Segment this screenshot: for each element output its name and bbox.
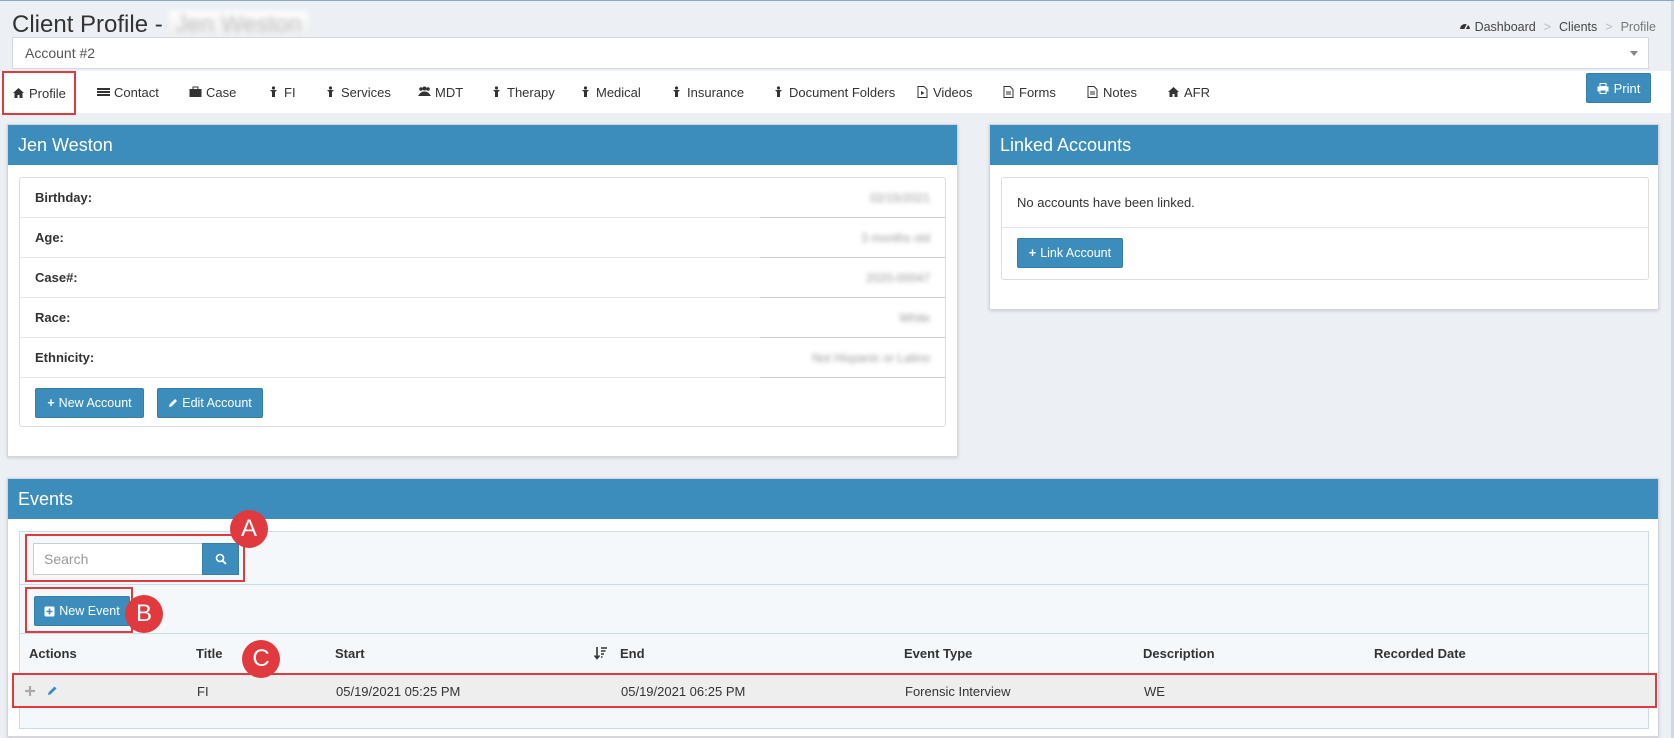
tab-mdt[interactable]: MDT (416, 71, 463, 113)
row-description: WE (1144, 684, 1165, 699)
print-icon (1597, 82, 1609, 94)
breadcrumb-separator: > (1605, 19, 1613, 34)
tab-afr[interactable]: AFR (1165, 71, 1210, 113)
events-body: Search New Event Actions Title Start End… (12, 531, 1657, 729)
plus-icon: + (47, 396, 55, 410)
file-video-icon (917, 86, 928, 98)
row-start: 05/19/2021 05:25 PM (336, 684, 461, 699)
profile-row-race: Race: White (20, 298, 945, 338)
new-account-button[interactable]: + New Account (35, 388, 144, 418)
linked-accounts-panel: Linked Accounts No accounts have been li… (989, 124, 1659, 310)
ethnicity-value-redacted: Not Hispanic or Latino (811, 350, 930, 365)
annotation-marker-a: A (230, 510, 268, 548)
profile-row-age: Age: 3 months old (20, 218, 945, 258)
tab-fi[interactable]: FI (265, 71, 296, 113)
column-description[interactable]: Description (1143, 646, 1215, 661)
breadcrumb-separator: > (1543, 19, 1552, 34)
linked-accounts-body: No accounts have been linked. + Link Acc… (1001, 177, 1649, 280)
profile-row-case: Case#: 2020-00047 (20, 258, 945, 298)
person-icon (673, 86, 680, 97)
divider (20, 584, 1648, 585)
person-icon (493, 86, 500, 97)
tab-services[interactable]: Services (322, 71, 391, 113)
linked-accounts-header: Linked Accounts (990, 125, 1658, 165)
briefcase-icon (189, 86, 202, 97)
page-title-text: Client Profile - (12, 11, 163, 38)
column-title[interactable]: Title (196, 646, 223, 661)
column-recorded-date[interactable]: Recorded Date (1374, 646, 1466, 661)
chevron-down-icon (1630, 51, 1638, 56)
account-select[interactable]: Account #2 (12, 37, 1649, 69)
search-button[interactable] (202, 543, 239, 575)
tab-profile[interactable]: Profile (2, 71, 76, 115)
profile-panel-header: Jen Weston (8, 125, 957, 165)
app-frame: Client Profile - Jen Weston Dashboard > … (0, 0, 1674, 738)
profile-panel: Jen Weston Birthday: 02/15/2021 Age: 3 m… (7, 124, 958, 457)
tabs-bar: Profile Contact Case FI Services MDT The… (0, 71, 1674, 115)
print-button[interactable]: Print (1586, 73, 1651, 103)
tab-therapy[interactable]: Therapy (488, 71, 555, 113)
client-name-redacted: Jen Weston (169, 11, 308, 38)
age-value-redacted: 3 months old (861, 230, 930, 245)
table-row[interactable]: FI 05/19/2021 05:25 PM 05/19/2021 06:25 … (12, 673, 1657, 708)
breadcrumb-dashboard[interactable]: Dashboard (1459, 19, 1536, 34)
tab-case[interactable]: Case (187, 71, 236, 113)
tab-forms[interactable]: Forms (1000, 71, 1056, 113)
breadcrumb-profile: Profile (1620, 19, 1656, 34)
new-event-button[interactable]: New Event (34, 596, 130, 626)
expand-plus-icon[interactable] (24, 685, 36, 697)
edit-account-button[interactable]: Edit Account (157, 388, 263, 418)
tab-contact[interactable]: Contact (95, 71, 159, 113)
person-icon (270, 86, 277, 97)
profile-info-table: Birthday: 02/15/2021 Age: 3 months old C… (19, 177, 946, 427)
list-icon (97, 88, 110, 96)
tab-medical[interactable]: Medical (577, 71, 641, 113)
tab-notes[interactable]: Notes (1084, 71, 1137, 113)
annotation-marker-b: B (125, 595, 163, 633)
page-title: Client Profile - Jen Weston (12, 11, 308, 39)
profile-row-birthday: Birthday: 02/15/2021 (20, 178, 945, 218)
search-placeholder: Search (44, 551, 89, 567)
search-highlight: Search (25, 534, 245, 582)
column-end[interactable]: End (620, 646, 645, 661)
plus-icon: + (1028, 246, 1037, 260)
pencil-icon[interactable] (47, 685, 58, 696)
users-icon (418, 86, 431, 96)
home-icon (13, 88, 24, 98)
plus-square-icon (44, 606, 55, 616)
race-value-redacted: White (899, 310, 930, 325)
pencil-icon (169, 399, 178, 407)
row-title: FI (197, 684, 209, 699)
tab-videos[interactable]: Videos (914, 71, 973, 113)
birthday-value-redacted: 02/15/2021 (869, 190, 930, 205)
file-icon (1087, 86, 1098, 98)
column-actions: Actions (29, 646, 77, 661)
column-event-type[interactable]: Event Type (904, 646, 972, 661)
linked-accounts-message: No accounts have been linked. (1002, 178, 1648, 228)
case-value-redacted: 2020-00047 (865, 270, 930, 285)
row-event-type: Forensic Interview (905, 684, 1011, 699)
annotation-marker-c: C (242, 640, 280, 678)
profile-row-ethnicity: Ethnicity: Not Hispanic or Latino (20, 338, 945, 378)
column-start[interactable]: Start (335, 646, 365, 661)
home-icon (1168, 87, 1179, 97)
breadcrumb-clients[interactable]: Clients (1559, 20, 1597, 34)
search-input[interactable]: Search (33, 543, 203, 575)
sort-desc-icon[interactable] (594, 646, 608, 660)
top-bar: Client Profile - Jen Weston Dashboard > … (0, 1, 1674, 39)
link-account-button[interactable]: + Link Account (1017, 238, 1123, 268)
person-icon (327, 86, 334, 97)
person-icon (775, 86, 782, 97)
new-event-highlight: New Event (25, 587, 133, 633)
file-icon (1003, 86, 1014, 98)
dashboard-icon (1459, 24, 1470, 30)
tab-insurance[interactable]: Insurance (668, 71, 744, 113)
divider (20, 633, 1648, 634)
breadcrumb: Dashboard > Clients > Profile (1459, 19, 1656, 34)
account-select-value: Account #2 (25, 45, 96, 61)
person-icon (582, 86, 589, 97)
search-icon (215, 553, 227, 565)
tab-document-folders[interactable]: Document Folders (770, 71, 895, 113)
row-end: 05/19/2021 06:25 PM (621, 684, 746, 699)
